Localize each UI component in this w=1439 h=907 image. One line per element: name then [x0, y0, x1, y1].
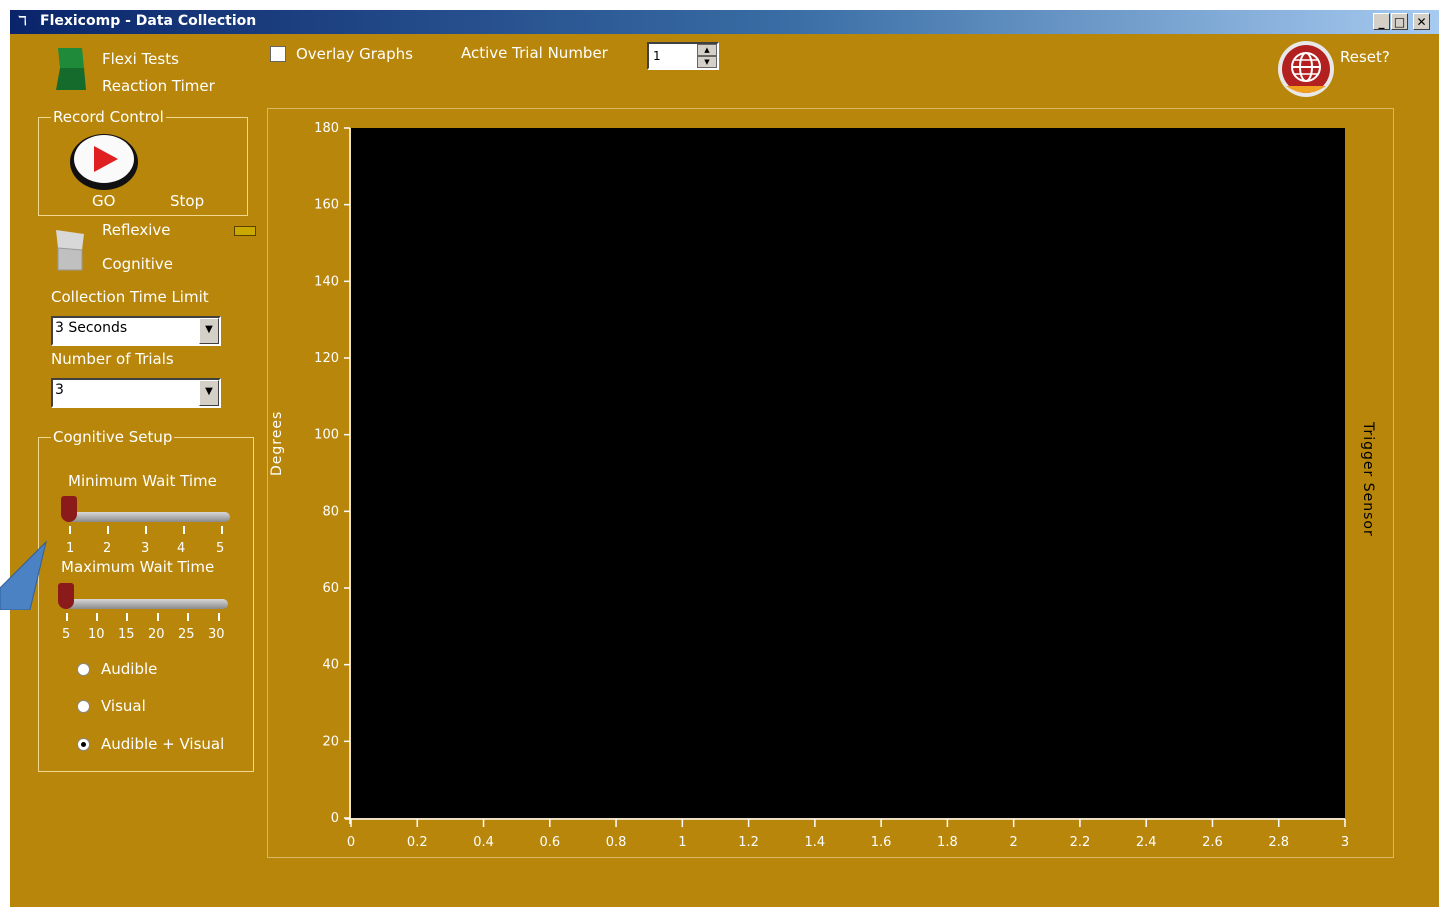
close-button[interactable]: ✕ [1413, 13, 1430, 30]
max-wait-tick [126, 613, 128, 621]
max-wait-slider-track[interactable] [64, 599, 228, 609]
main-window: ℸ Flexicomp - Data Collection _ □ ✕ Flex… [10, 10, 1439, 907]
max-wait-tick-label: 15 [118, 627, 135, 642]
app-icon: ℸ [18, 14, 27, 29]
audible-visual-label[interactable]: Audible + Visual [101, 735, 224, 753]
min-wait-slider-thumb[interactable] [61, 496, 77, 522]
max-wait-tick [66, 613, 68, 621]
y-axis-label: Degrees [269, 410, 285, 476]
min-wait-slider-track[interactable] [66, 512, 230, 522]
active-trial-value: 1 [653, 49, 661, 63]
chevron-down-icon[interactable]: ▼ [199, 380, 219, 406]
audible-visual-radio[interactable] [77, 738, 90, 751]
title-bar[interactable]: ℸ Flexicomp - Data Collection _ □ ✕ [10, 10, 1439, 34]
min-wait-tick [221, 526, 223, 534]
stop-label[interactable]: Stop [170, 192, 204, 210]
minimize-button[interactable]: _ [1373, 13, 1390, 30]
max-wait-tick-label: 5 [62, 627, 71, 642]
record-play-button[interactable] [68, 132, 142, 192]
y2-axis-label: Trigger Sensor [1360, 422, 1376, 537]
collection-time-label: Collection Time Limit [51, 288, 209, 306]
max-wait-tick-label: 10 [88, 627, 105, 642]
window-title: Flexicomp - Data Collection [40, 13, 257, 29]
cognitive-label[interactable]: Cognitive [102, 255, 173, 273]
test-type-toggle-switch[interactable] [54, 228, 86, 272]
mode-flexi-tests-label[interactable]: Flexi Tests [102, 50, 179, 68]
audible-label[interactable]: Audible [101, 660, 157, 678]
plot-area [351, 128, 1345, 818]
reflexive-label[interactable]: Reflexive [102, 221, 171, 239]
mode-toggle-switch[interactable] [54, 46, 88, 92]
mode-reaction-timer-label[interactable]: Reaction Timer [102, 77, 215, 95]
number-of-trials-select[interactable]: 3 ▼ [51, 378, 221, 408]
min-wait-label: Minimum Wait Time [68, 472, 217, 490]
active-trial-label: Active Trial Number [461, 44, 608, 62]
audible-radio[interactable] [77, 663, 90, 676]
cognitive-setup-title: Cognitive Setup [53, 428, 173, 446]
reset-label[interactable]: Reset? [1340, 48, 1390, 66]
min-wait-tick-label: 5 [216, 541, 225, 556]
min-wait-tick [183, 526, 185, 534]
reset-globe-button[interactable] [1276, 40, 1336, 98]
go-label[interactable]: GO [92, 192, 115, 210]
number-of-trials-value: 3 [55, 382, 64, 398]
pointer-arrow-shape [0, 540, 48, 611]
min-wait-tick [69, 526, 71, 534]
spin-down-button[interactable]: ▼ [697, 56, 717, 68]
collection-time-value: 3 Seconds [55, 320, 128, 336]
max-wait-tick-label: 25 [178, 627, 195, 642]
min-wait-tick [107, 526, 109, 534]
min-wait-tick-label: 3 [141, 541, 150, 556]
overlay-graphs-label[interactable]: Overlay Graphs [296, 45, 413, 63]
maximize-button[interactable]: □ [1391, 13, 1408, 30]
status-led-indicator [234, 226, 256, 236]
number-of-trials-label: Number of Trials [51, 350, 174, 368]
max-wait-tick [187, 613, 189, 621]
visual-radio[interactable] [77, 700, 90, 713]
record-control-title: Record Control [53, 108, 164, 126]
spin-up-button[interactable]: ▲ [697, 44, 717, 56]
max-wait-label: Maximum Wait Time [61, 558, 215, 576]
max-wait-tick-label: 30 [208, 627, 225, 642]
max-wait-tick [157, 613, 159, 621]
chevron-down-icon[interactable]: ▼ [199, 318, 219, 344]
max-wait-tick [218, 613, 220, 621]
overlay-graphs-checkbox[interactable] [270, 46, 286, 62]
max-wait-tick-label: 20 [148, 627, 165, 642]
max-wait-tick [96, 613, 98, 621]
collection-time-select[interactable]: 3 Seconds ▼ [51, 316, 221, 346]
min-wait-tick-label: 4 [177, 541, 186, 556]
active-trial-spinbox[interactable]: 1 ▲ ▼ [647, 42, 719, 70]
min-wait-tick-label: 2 [103, 541, 112, 556]
min-wait-tick-label: 1 [66, 541, 75, 556]
min-wait-tick [145, 526, 147, 534]
visual-label[interactable]: Visual [101, 697, 146, 715]
max-wait-slider-thumb[interactable] [58, 583, 74, 609]
